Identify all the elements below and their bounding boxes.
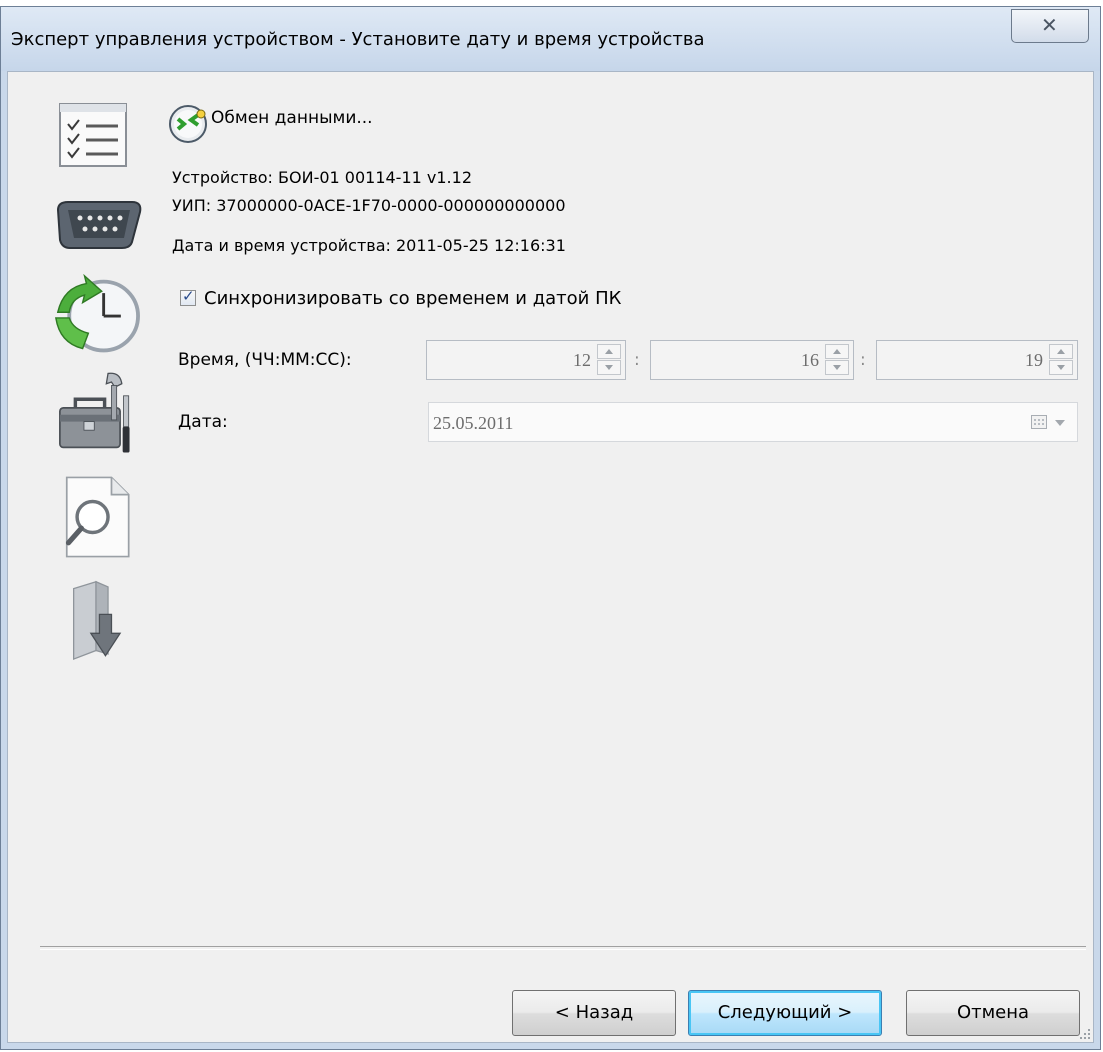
device-uip: УИП: 37000000-0ACE-1F70-0000-00000000000… (172, 196, 566, 215)
checkmark-icon: ✓ (182, 287, 195, 305)
hours-down-button[interactable] (597, 360, 621, 375)
next-button[interactable]: Следующий > (688, 990, 882, 1036)
seconds-up-button[interactable] (1049, 344, 1073, 359)
checklist-icon (59, 103, 127, 167)
minutes-up-button[interactable] (825, 344, 849, 359)
title-bar[interactable]: Эксперт управления устройством - Установ… (1, 7, 1100, 71)
data-exchange-icon (169, 105, 207, 143)
seconds-down-button[interactable] (1049, 360, 1073, 375)
device-name: Устройство: БОИ-01 00114-11 v1.12 (172, 168, 472, 187)
time-separator: : (634, 350, 640, 370)
window-title: Эксперт управления устройством - Установ… (11, 29, 705, 50)
serial-port-icon (56, 201, 142, 249)
footer-divider (40, 946, 1086, 950)
cancel-button[interactable]: Отмена (906, 990, 1080, 1036)
sync-label: Синхронизировать со временем и датой ПК (204, 288, 622, 309)
folder-download-icon (72, 580, 122, 661)
back-button[interactable]: < Назад (512, 990, 676, 1036)
minutes-value: 16 (801, 350, 819, 370)
calendar-icon[interactable] (1031, 415, 1047, 429)
device-datetime: Дата и время устройства: 2011-05-25 12:1… (172, 236, 566, 255)
date-picker[interactable]: 25.05.2011 (428, 402, 1078, 442)
time-separator: : (860, 350, 866, 370)
seconds-stepper[interactable]: 19 (876, 340, 1078, 380)
date-label: Дата: (178, 412, 228, 432)
close-button[interactable]: ✕ (1011, 9, 1089, 43)
hours-value: 12 (573, 350, 591, 370)
clock-sync-icon (55, 274, 140, 353)
document-search-icon (65, 476, 130, 558)
chevron-down-icon[interactable] (1055, 420, 1065, 426)
wizard-body: Обмен данными... Устройство: БОИ-01 0011… (7, 71, 1094, 1043)
time-label: Время, (ЧЧ:ММ:СС): (178, 350, 352, 370)
minutes-stepper[interactable]: 16 (650, 340, 854, 380)
hours-stepper[interactable]: 12 (426, 340, 626, 380)
resize-grip-icon[interactable] (1077, 1026, 1091, 1040)
status-label: Обмен данными... (211, 108, 373, 128)
seconds-value: 19 (1025, 350, 1043, 370)
hours-up-button[interactable] (597, 344, 621, 359)
wizard-window: Эксперт управления устройством - Установ… (0, 6, 1101, 1050)
minutes-down-button[interactable] (825, 360, 849, 375)
sync-checkbox[interactable]: ✓ (180, 287, 196, 306)
close-icon: ✕ (1041, 13, 1058, 37)
toolbox-icon (59, 372, 130, 453)
date-value: 25.05.2011 (433, 413, 514, 433)
